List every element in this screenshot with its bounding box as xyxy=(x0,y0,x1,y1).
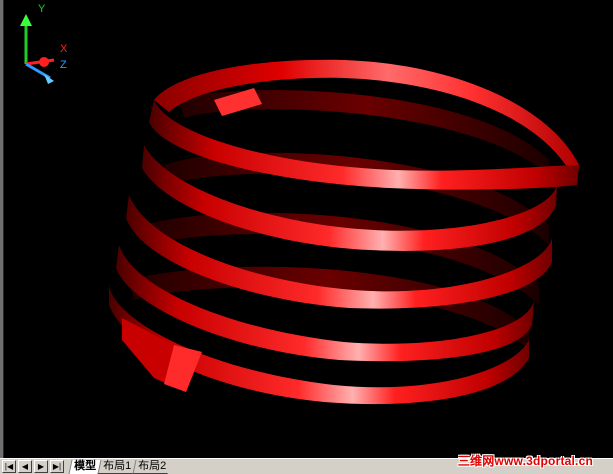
last-tab-button[interactable]: ▶| xyxy=(50,460,64,473)
prev-tab-button[interactable]: ◀ xyxy=(18,460,32,473)
ucs-y-label: Y xyxy=(38,3,46,15)
next-tab-button[interactable]: ▶ xyxy=(34,460,48,473)
tab-layout1[interactable]: 布局1 xyxy=(97,460,136,474)
first-tab-button[interactable]: |◀ xyxy=(2,460,16,473)
ucs-x-label: X xyxy=(60,43,68,55)
site-watermark: 三维网www.3dportal.cn xyxy=(457,454,593,468)
ucs-z-label: Z xyxy=(60,59,67,71)
cad-window: Y X Z |◀ ◀ ▶ ▶| 模型 布局1 布局2 三维网www.3dport… xyxy=(0,0,613,474)
helical-spring-3d-model xyxy=(109,59,579,405)
model-viewport[interactable]: Y X Z xyxy=(4,0,613,458)
ucs-icon: Y X Z xyxy=(20,3,68,84)
tab-model[interactable]: 模型 xyxy=(68,460,101,474)
layout-tabs: 模型 布局1 布局2 xyxy=(68,459,171,474)
tab-layout2[interactable]: 布局2 xyxy=(132,460,171,474)
